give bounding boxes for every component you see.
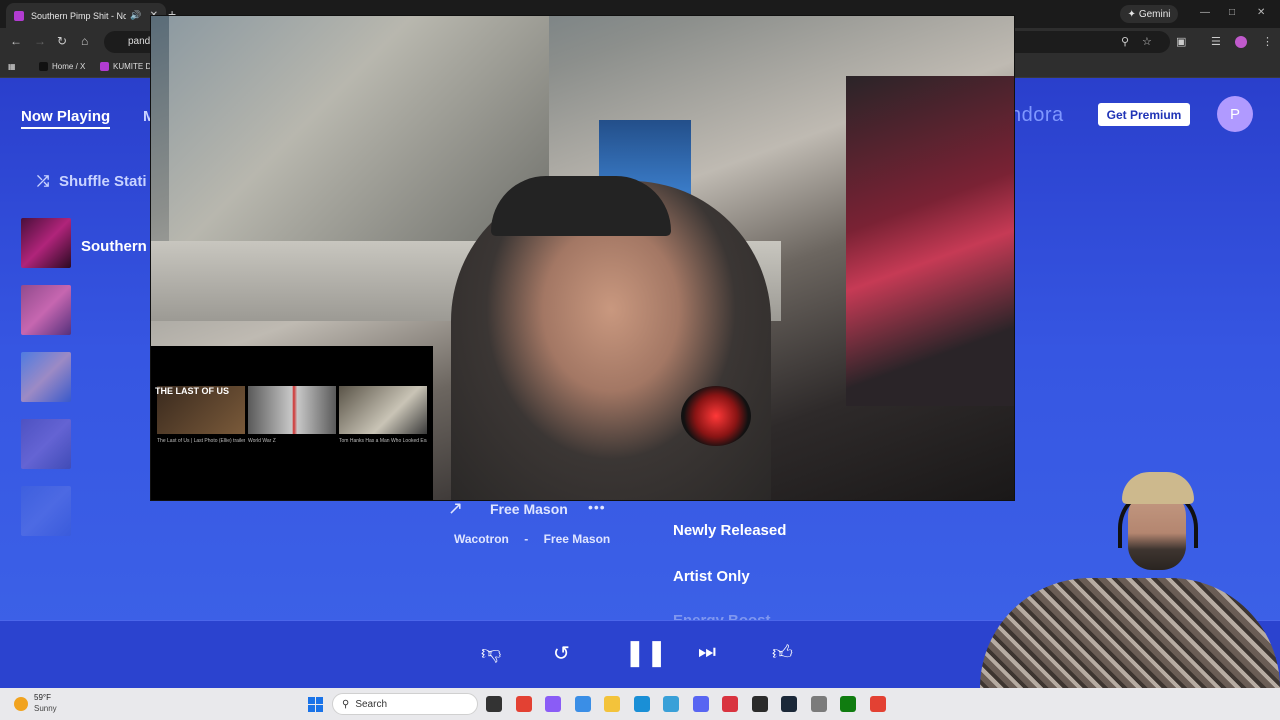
song-separator: - (524, 532, 529, 546)
maximize-icon[interactable]: □ (1229, 7, 1235, 18)
video-hat (491, 176, 671, 236)
windows-start-icon[interactable] (308, 697, 323, 712)
pandora-favicon-icon (14, 10, 24, 21)
task-view-icon[interactable] (486, 696, 502, 712)
discord-icon[interactable] (692, 696, 709, 712)
reload-icon[interactable]: ↻ (57, 34, 67, 48)
webcam-overlay (960, 468, 1280, 720)
song-meta: Wacotron - Free Mason (454, 532, 610, 546)
bookmark-star-icon[interactable]: ☆ (1142, 35, 1152, 48)
webcam-cap (1122, 472, 1194, 504)
bookmark-kumite[interactable]: KUMITE D (100, 62, 151, 71)
station-art-4[interactable] (21, 419, 71, 469)
video-thumb-caption: World War Z (248, 438, 276, 444)
weather-desc[interactable]: Sunny (34, 704, 57, 713)
close-window-icon[interactable]: ✕ (1257, 7, 1265, 18)
get-premium-button[interactable]: Get Premium (1098, 103, 1190, 126)
bookmark-label: KUMITE D (113, 62, 152, 71)
video-thumb-2[interactable] (248, 386, 336, 434)
edge-icon[interactable] (633, 696, 650, 712)
shuffle-icon: ⤮ (37, 173, 50, 190)
station-name[interactable]: Southern (81, 238, 147, 255)
zoom-icon[interactable]: ⚲ (1121, 35, 1129, 48)
station-art-5[interactable] (21, 486, 71, 536)
mode-newly-released[interactable]: Newly Released (673, 522, 786, 539)
forward-icon[interactable]: → (34, 34, 46, 48)
home-icon[interactable]: ⌂ (81, 34, 88, 48)
windows-taskbar: 59°F Sunny ⚲ Search (0, 688, 1280, 720)
browser-tab[interactable]: Southern Pimp Shit - Now Playing 🔊 ✕ (6, 3, 166, 28)
gemini-label: Gemini (1138, 8, 1171, 20)
nav-now-playing[interactable]: Now Playing (21, 108, 111, 129)
game-icon[interactable] (810, 696, 827, 712)
browser-profile-avatar[interactable] (1235, 36, 1247, 48)
chrome-icon[interactable] (515, 696, 532, 712)
reading-list-icon[interactable]: ☰ (1211, 35, 1221, 48)
notepad-icon[interactable] (663, 696, 679, 712)
tab-title: Southern Pimp Shit - Now Playing (31, 10, 127, 21)
speaker-icon[interactable]: 🔊 (130, 10, 141, 21)
station-art-3[interactable] (21, 352, 71, 402)
sun-weather-icon[interactable] (14, 697, 28, 711)
video-recommendations: THE LAST OF US The Last of Us | Last Pho… (151, 346, 433, 500)
mode-energy-boost[interactable]: Energy Boost (673, 612, 771, 620)
song-artist[interactable]: Wacotron (454, 532, 509, 546)
steam-icon[interactable] (781, 696, 797, 712)
gemini-button[interactable]: ✦ Gemini (1120, 5, 1178, 23)
bookmark-label: Home / X (52, 62, 86, 71)
copilot-icon[interactable] (545, 696, 561, 712)
gemini-sparkle-icon: ✦ (1127, 8, 1136, 20)
video-light-panel (846, 76, 1014, 406)
taskbar-search[interactable]: ⚲ Search (332, 693, 478, 715)
obs-icon[interactable] (751, 696, 768, 712)
xbox-icon[interactable] (840, 696, 856, 712)
bookmark-home-x[interactable]: Home / X (39, 62, 85, 71)
video-microphone (681, 386, 751, 446)
shuffle-stations-button[interactable]: ⤮ Shuffle Stati (37, 173, 147, 190)
x-logo-icon (39, 62, 48, 71)
file-explorer-icon[interactable] (604, 696, 620, 712)
shuffle-label: Shuffle Stati (59, 173, 147, 190)
pause-icon[interactable]: ❚❚ (624, 637, 668, 668)
mode-artist-only[interactable]: Artist Only (673, 568, 750, 585)
skip-next-icon[interactable]: ⏭︎ (698, 641, 716, 664)
song-album[interactable]: Free Mason (544, 532, 611, 546)
video-wall-photo (169, 16, 549, 246)
user-avatar[interactable]: P (1217, 96, 1253, 132)
video-thumb-caption: The Last of Us | Last Photo (Ellie) trai… (157, 438, 245, 444)
pandora-logo[interactable]: ndora (1010, 104, 1064, 127)
apps-grid-icon[interactable]: ▦ (8, 62, 16, 71)
replay-icon[interactable]: ↺ (553, 641, 570, 666)
video-thumb-caption: Tom Hanks Has a Man Who Looked Exactly L… (339, 438, 427, 444)
weather-temp[interactable]: 59°F (34, 693, 51, 702)
station-art-1[interactable] (21, 218, 71, 268)
taskbar-search-label: Search (355, 698, 388, 710)
more-options-icon[interactable]: ••• (588, 499, 606, 515)
search-icon: ⚲ (342, 698, 350, 710)
kumite-favicon-icon (100, 62, 109, 71)
photos-icon[interactable] (574, 696, 591, 712)
video-thumb-title: THE LAST OF US (155, 386, 229, 396)
video-thumb-3[interactable] (339, 386, 427, 434)
chrome-2-icon[interactable] (869, 696, 886, 712)
song-title[interactable]: Free Mason (490, 501, 568, 517)
snipping-tool-icon[interactable] (722, 696, 738, 712)
menu-kebab-icon[interactable]: ⋮ (1262, 35, 1273, 48)
station-art-2[interactable] (21, 285, 71, 335)
share-icon[interactable]: ↗ (448, 498, 463, 519)
video-overlay: THE LAST OF US The Last of Us | Last Pho… (150, 15, 1015, 501)
back-icon[interactable]: ← (10, 34, 22, 48)
thumbs-down-icon[interactable]: 👎︎ (481, 641, 501, 665)
cast-icon[interactable]: ▣ (1176, 35, 1186, 48)
thumbs-up-icon[interactable]: 👍︎ (772, 641, 793, 665)
minimize-icon[interactable]: — (1200, 7, 1210, 18)
